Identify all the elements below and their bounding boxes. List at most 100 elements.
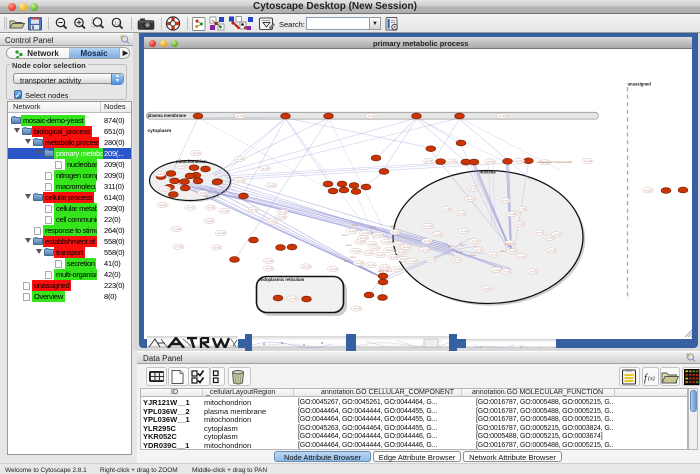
svg-text:xx-x(0): xx-x(0) xyxy=(265,267,273,271)
svg-text:xx-x(0): xx-x(0) xyxy=(392,230,400,234)
svg-text:xx-x(0): xx-x(0) xyxy=(162,187,170,191)
svg-text:xxx-x: xxx-x xyxy=(460,244,467,247)
svg-text:xx-x(0): xx-x(0) xyxy=(529,270,537,274)
svg-text:xx-x(0): xx-x(0) xyxy=(206,219,214,223)
svg-text:xx-x(0): xx-x(0) xyxy=(175,245,183,249)
svg-text:xx-x(0): xx-x(0) xyxy=(362,231,370,235)
svg-text:endoplasmic reticulum: endoplasmic reticulum xyxy=(259,277,305,282)
svg-text:xx-x(0): xx-x(0) xyxy=(499,114,507,118)
svg-text:xx-x(0): xx-x(0) xyxy=(353,249,361,253)
svg-text:xx-x(0): xx-x(0) xyxy=(409,259,417,263)
svg-text:xx-x(0): xx-x(0) xyxy=(394,267,402,271)
svg-text:unassigned: unassigned xyxy=(628,82,652,87)
svg-text:xxx-x: xxx-x xyxy=(350,256,357,259)
svg-text:xx-x(0): xx-x(0) xyxy=(484,286,492,290)
svg-text:1:1: 1:1 xyxy=(114,21,121,26)
svg-text:xx-x(0): xx-x(0) xyxy=(289,297,297,301)
svg-text:xx-x(0): xx-x(0) xyxy=(237,114,245,118)
svg-text:xx-x(0): xx-x(0) xyxy=(461,229,469,233)
svg-text:xxx-x: xxx-x xyxy=(346,244,353,247)
svg-text:xx-x(0): xx-x(0) xyxy=(502,199,510,203)
svg-text:xx-x(0): xx-x(0) xyxy=(449,160,457,164)
svg-text:xx-x(0): xx-x(0) xyxy=(193,151,201,155)
svg-text:xx-x(0): xx-x(0) xyxy=(487,160,495,164)
svg-text:xxx-x: xxx-x xyxy=(370,226,377,229)
svg-text:xx-x(0): xx-x(0) xyxy=(356,261,364,265)
svg-text:mitochondrion: mitochondrion xyxy=(176,159,207,164)
svg-text:xxx-x: xxx-x xyxy=(390,225,397,228)
svg-text:xx-x(0): xx-x(0) xyxy=(268,220,276,224)
svg-text:xx-x(0): xx-x(0) xyxy=(518,254,526,258)
svg-text:xx-x(0): xx-x(0) xyxy=(368,263,376,267)
svg-text:xxx-x: xxx-x xyxy=(344,260,351,263)
svg-text:xx-x(0): xx-x(0) xyxy=(398,250,406,254)
svg-text:xx-x(0): xx-x(0) xyxy=(424,239,432,243)
svg-text:xx-x(0): xx-x(0) xyxy=(536,231,544,235)
svg-text:xx-x(0): xx-x(0) xyxy=(178,164,186,168)
svg-text:xx-x(0): xx-x(0) xyxy=(475,248,483,252)
svg-text:xxx-x: xxx-x xyxy=(378,270,385,273)
svg-text:xx-x(0): xx-x(0) xyxy=(173,227,181,231)
svg-text:xx-x(0): xx-x(0) xyxy=(200,191,208,195)
svg-text:xxx-x: xxx-x xyxy=(342,234,349,237)
svg-text:xx-x(0): xx-x(0) xyxy=(425,224,433,228)
svg-text:xx-x(0): xx-x(0) xyxy=(516,222,524,226)
svg-text:xx-x(0): xx-x(0) xyxy=(470,187,478,191)
svg-text:xx-x(0): xx-x(0) xyxy=(548,249,556,253)
svg-text:xx-x(0): xx-x(0) xyxy=(434,232,442,236)
svg-text:xx-x(0): xx-x(0) xyxy=(553,232,561,236)
svg-text:xxx-x: xxx-x xyxy=(470,254,477,257)
svg-text:xx-x(0): xx-x(0) xyxy=(360,236,368,240)
svg-text:xx-x(0): xx-x(0) xyxy=(157,172,165,176)
svg-text:xx-x(0): xx-x(0) xyxy=(377,253,385,257)
svg-text:xx-x(0): xx-x(0) xyxy=(422,248,430,252)
svg-text:xxx-x: xxx-x xyxy=(448,245,455,248)
svg-text:plasma membrane: plasma membrane xyxy=(148,113,187,118)
svg-text:xx-x(0): xx-x(0) xyxy=(349,229,357,233)
svg-text:xx-x(0): xx-x(0) xyxy=(467,197,475,201)
svg-text:xx-x(0): xx-x(0) xyxy=(279,210,287,214)
svg-text:xx-x(0): xx-x(0) xyxy=(508,212,516,216)
svg-text:xx-x(0): xx-x(0) xyxy=(382,265,390,269)
svg-text:xx-x(0): xx-x(0) xyxy=(472,239,480,243)
svg-text:xx-x(0): xx-x(0) xyxy=(262,167,270,171)
svg-text:xx-x(0): xx-x(0) xyxy=(509,249,517,253)
svg-text:xx-x(0): xx-x(0) xyxy=(644,188,652,192)
svg-text:xx-x(0): xx-x(0) xyxy=(390,255,398,259)
svg-text:xx-x(0): xx-x(0) xyxy=(454,258,462,262)
svg-text:xxx-x: xxx-x xyxy=(386,270,393,273)
svg-text:xx-x(0): xx-x(0) xyxy=(303,265,311,269)
svg-text:xx-x(0): xx-x(0) xyxy=(278,215,286,219)
svg-text:xx-x(0): xx-x(0) xyxy=(217,231,225,235)
svg-text:xx-x(0): xx-x(0) xyxy=(428,258,436,262)
svg-text:xx-x(0): xx-x(0) xyxy=(365,251,373,255)
svg-text:xx-x(0): xx-x(0) xyxy=(518,207,526,211)
svg-text:xx-x(0): xx-x(0) xyxy=(159,203,167,207)
svg-text:xx-x(0): xx-x(0) xyxy=(503,270,511,274)
svg-text:xx-x(0): xx-x(0) xyxy=(458,211,466,215)
svg-text:xxx-x: xxx-x xyxy=(352,224,359,227)
svg-text:xxx-x: xxx-x xyxy=(505,243,512,246)
svg-text:xxxxxxxxxxxx xxxxxxxxxx(0): xxxxxxxxxxxx xxxxxxxxxx(0) xyxy=(537,160,572,164)
svg-text:xx-x(0): xx-x(0) xyxy=(372,246,380,250)
svg-text:xx-x(0): xx-x(0) xyxy=(265,259,273,263)
svg-text:xx-x(0): xx-x(0) xyxy=(493,268,501,272)
svg-text:xx-x(0): xx-x(0) xyxy=(368,114,376,118)
svg-text:xx-x(0): xx-x(0) xyxy=(386,248,394,252)
svg-text:xx-x(0): xx-x(0) xyxy=(443,207,451,211)
svg-text:xx-x(0): xx-x(0) xyxy=(584,159,592,163)
svg-text:(x): (x) xyxy=(648,375,655,382)
svg-text:xx-x(0): xx-x(0) xyxy=(375,233,383,237)
svg-text:xx-x(0): xx-x(0) xyxy=(221,209,229,213)
svg-text:xx-x(0): xx-x(0) xyxy=(250,208,258,212)
svg-text:xx-x(0): xx-x(0) xyxy=(268,183,276,187)
svg-text:xx-x(0): xx-x(0) xyxy=(236,157,244,161)
svg-text:xx-x(0): xx-x(0) xyxy=(490,253,498,257)
svg-text:xx-x(0): xx-x(0) xyxy=(213,246,221,250)
svg-text:xx-x(0): xx-x(0) xyxy=(237,178,245,182)
svg-text:xx-x(0): xx-x(0) xyxy=(207,206,215,210)
svg-text:xxx-x: xxx-x xyxy=(456,251,463,254)
svg-text:xx-x(0): xx-x(0) xyxy=(330,267,338,271)
svg-text:xx-x(0): xx-x(0) xyxy=(516,159,524,163)
svg-text:xx-x(0): xx-x(0) xyxy=(187,206,195,210)
